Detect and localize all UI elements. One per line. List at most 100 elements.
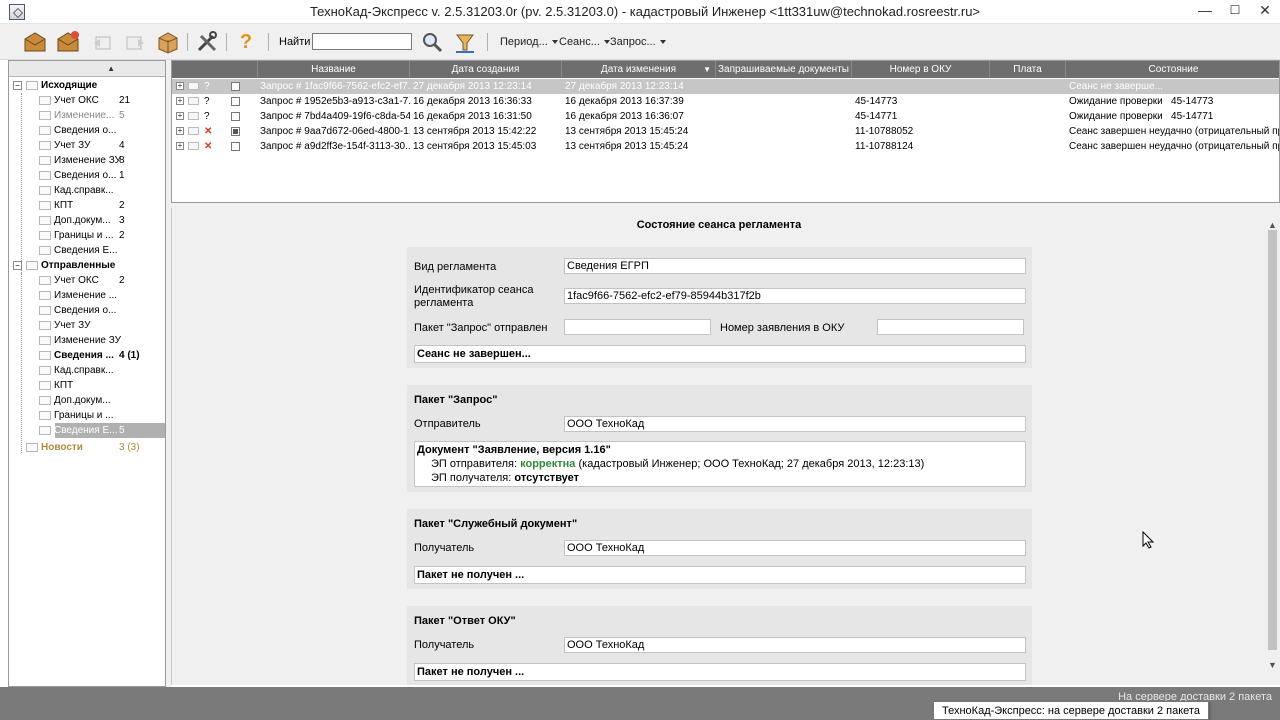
forward-icon[interactable] xyxy=(122,29,148,55)
inbox-mail-icon[interactable] xyxy=(22,29,48,55)
regulation-type-field[interactable]: Сведения ЕГРП xyxy=(564,258,1026,274)
detail-scrollbar[interactable]: ▲ ▼ xyxy=(1265,208,1280,685)
tree-item[interactable]: Границы и ... 2 xyxy=(9,228,165,243)
scroll-thumb[interactable] xyxy=(1268,230,1277,650)
folder-tree[interactable]: ▲ − Исходящие Учет ОКС 21 Изменение... 5 С… xyxy=(8,60,166,687)
close-button[interactable]: ✕ xyxy=(1250,0,1280,22)
tree-item[interactable]: Изменение... 5 xyxy=(9,108,165,123)
reply-icon[interactable] xyxy=(90,29,116,55)
tree-item-count: 2 xyxy=(119,230,125,241)
column-header-docs[interactable]: Запрашиваемые документы xyxy=(716,61,852,78)
row-checkbox[interactable] xyxy=(231,127,240,136)
find-label: Найти xyxy=(279,36,311,48)
tree-item[interactable]: Изменение ... xyxy=(9,288,165,303)
row-checkbox[interactable] xyxy=(231,82,240,91)
column-header-icons[interactable] xyxy=(172,61,258,78)
minimize-button[interactable]: — xyxy=(1190,0,1220,22)
tree-item[interactable]: Сведения о... xyxy=(9,123,165,138)
tree-item[interactable]: Сведения о... xyxy=(9,303,165,318)
tree-item[interactable]: Сведения Е... xyxy=(9,243,165,258)
maximize-button[interactable]: ☐ xyxy=(1220,0,1250,22)
session-id-field[interactable]: 1fac9f66-7562-efc2-ef79-85944b317f2b xyxy=(564,288,1026,304)
tree-item[interactable]: Изменение ЗУ xyxy=(9,333,165,348)
chevron-down-icon xyxy=(659,40,666,45)
tree-item[interactable]: КПТ 2 xyxy=(9,198,165,213)
sender-field[interactable]: ООО ТехноКад xyxy=(564,416,1026,432)
tree-header: ▲ xyxy=(9,61,165,77)
row-checkbox[interactable] xyxy=(231,97,240,106)
tree-group-label: Исходящие xyxy=(41,80,98,91)
session-label: Сеанс... xyxy=(559,36,600,48)
tree-item[interactable]: Кад.справк... xyxy=(9,363,165,378)
tree-item[interactable]: Сведения ... 4 (1) xyxy=(9,348,165,363)
tree-item[interactable]: Учет ЗУ xyxy=(9,318,165,333)
column-header-name[interactable]: Название xyxy=(258,61,410,78)
period-dropdown[interactable]: Период... xyxy=(500,36,558,48)
clear-filter-icon[interactable] xyxy=(452,29,478,55)
application-number-field[interactable] xyxy=(877,319,1024,335)
tree-item[interactable]: Учет ЗУ 4 xyxy=(9,138,165,153)
settings-tools-icon[interactable] xyxy=(194,29,220,55)
tree-item[interactable]: Доп.докум... 3 xyxy=(9,213,165,228)
receiver-field[interactable]: ООО ТехноКад xyxy=(564,540,1026,556)
table-row[interactable]: + ✕ Запрос # 9aa7d672-06ed-4800-1... 13 … xyxy=(172,124,1279,139)
collapse-toggle-icon[interactable]: − xyxy=(13,261,22,270)
row-checkbox[interactable] xyxy=(231,112,240,121)
table-row[interactable]: + ✕ Запрос # a9d2ff3e-154f-3113-30... 13… xyxy=(172,139,1279,154)
tree-item[interactable]: Сведения о... 1 xyxy=(9,168,165,183)
package-icon[interactable] xyxy=(155,29,181,55)
column-header-oku[interactable]: Номер в ОКУ xyxy=(852,61,990,78)
tree-group-news[interactable]: Новости 3 (3) xyxy=(9,440,165,455)
tree-item-count: 3 xyxy=(119,215,125,226)
search-icon[interactable] xyxy=(419,29,445,55)
receiver-field[interactable]: ООО ТехноКад xyxy=(564,637,1026,653)
collapse-icon[interactable]: ▲ xyxy=(107,64,115,73)
tree-group-outgoing[interactable]: − Исходящие xyxy=(9,78,165,93)
tree-item[interactable]: Учет ОКС 2 xyxy=(9,273,165,288)
row-checkbox[interactable] xyxy=(231,142,240,151)
folder-icon xyxy=(26,80,38,90)
table-row[interactable]: + ? Запрос # 1fac9f66-7562-efc2-ef7... 2… xyxy=(172,79,1279,94)
search-input[interactable] xyxy=(312,33,412,50)
tree-item[interactable]: Изменение ЗУ 8 xyxy=(9,153,165,168)
tree-item[interactable]: Кад.справк... xyxy=(9,183,165,198)
column-header-fee[interactable]: Плата xyxy=(990,61,1066,78)
tree-group-sent[interactable]: − Отправленные xyxy=(9,258,165,273)
document-title: Документ "Заявление, версия 1.16" xyxy=(417,444,611,456)
cell-oku: 45-14771 xyxy=(855,111,898,122)
collapse-toggle-icon[interactable]: − xyxy=(13,81,22,90)
request-dropdown[interactable]: Запрос... xyxy=(610,36,666,48)
tree-item[interactable]: Границы и ... xyxy=(9,408,165,423)
expand-icon[interactable]: + xyxy=(176,82,184,90)
cell-oku: 11-10788052 xyxy=(855,126,914,137)
session-card: Вид регламента Сведения ЕГРП Идентификат… xyxy=(407,247,1032,368)
help-icon[interactable]: ? xyxy=(233,29,259,55)
field-label: Пакет "Запрос" отправлен xyxy=(414,322,548,334)
tree-item-selected[interactable]: Сведения Е... 5 xyxy=(39,423,165,438)
expand-icon[interactable]: + xyxy=(176,97,184,105)
table-row[interactable]: + ? Запрос # 7bd4a409-19f6-c8da-54... 16… xyxy=(172,109,1279,124)
tree-item[interactable]: Доп.докум... xyxy=(9,393,165,408)
expand-icon[interactable]: + xyxy=(176,112,184,120)
sent-date-field[interactable] xyxy=(564,319,711,335)
new-request-icon[interactable] xyxy=(55,29,81,55)
column-header-created[interactable]: Дата создания xyxy=(410,61,562,78)
title-bar: ТехноКад-Экспресс v. 2.5.31203.0r (pv. 2… xyxy=(0,0,1280,24)
window-title: ТехноКад-Экспресс v. 2.5.31203.0r (pv. 2… xyxy=(309,4,981,19)
tree-item[interactable]: КПТ xyxy=(9,378,165,393)
table-row[interactable]: + ? Запрос # 1952e5b3-a913-c3a1-7... 16 … xyxy=(172,94,1279,109)
column-header-state[interactable]: Состояние xyxy=(1066,61,1279,78)
expand-icon[interactable]: + xyxy=(176,142,184,150)
tree-item[interactable]: Учет ОКС 21 xyxy=(9,93,165,108)
cell-state: Сеанс завершен неудачно (отрицательный п… xyxy=(1069,141,1279,152)
cell-created: 13 сентября 2013 15:45:03 xyxy=(413,141,537,152)
session-dropdown[interactable]: Сеанс... xyxy=(559,36,610,48)
column-header-modified[interactable]: Дата изменения ▼ xyxy=(562,61,716,78)
cell-oku: 11-10788124 xyxy=(855,141,914,152)
folder-icon xyxy=(39,155,51,165)
requests-grid[interactable]: Название Дата создания Дата изменения ▼ З… xyxy=(171,60,1280,203)
scroll-down-icon[interactable]: ▼ xyxy=(1268,660,1277,670)
expand-icon[interactable]: + xyxy=(176,127,184,135)
tree-item-label: Сведения Е... xyxy=(54,425,118,436)
scroll-up-icon[interactable]: ▲ xyxy=(1268,220,1277,230)
